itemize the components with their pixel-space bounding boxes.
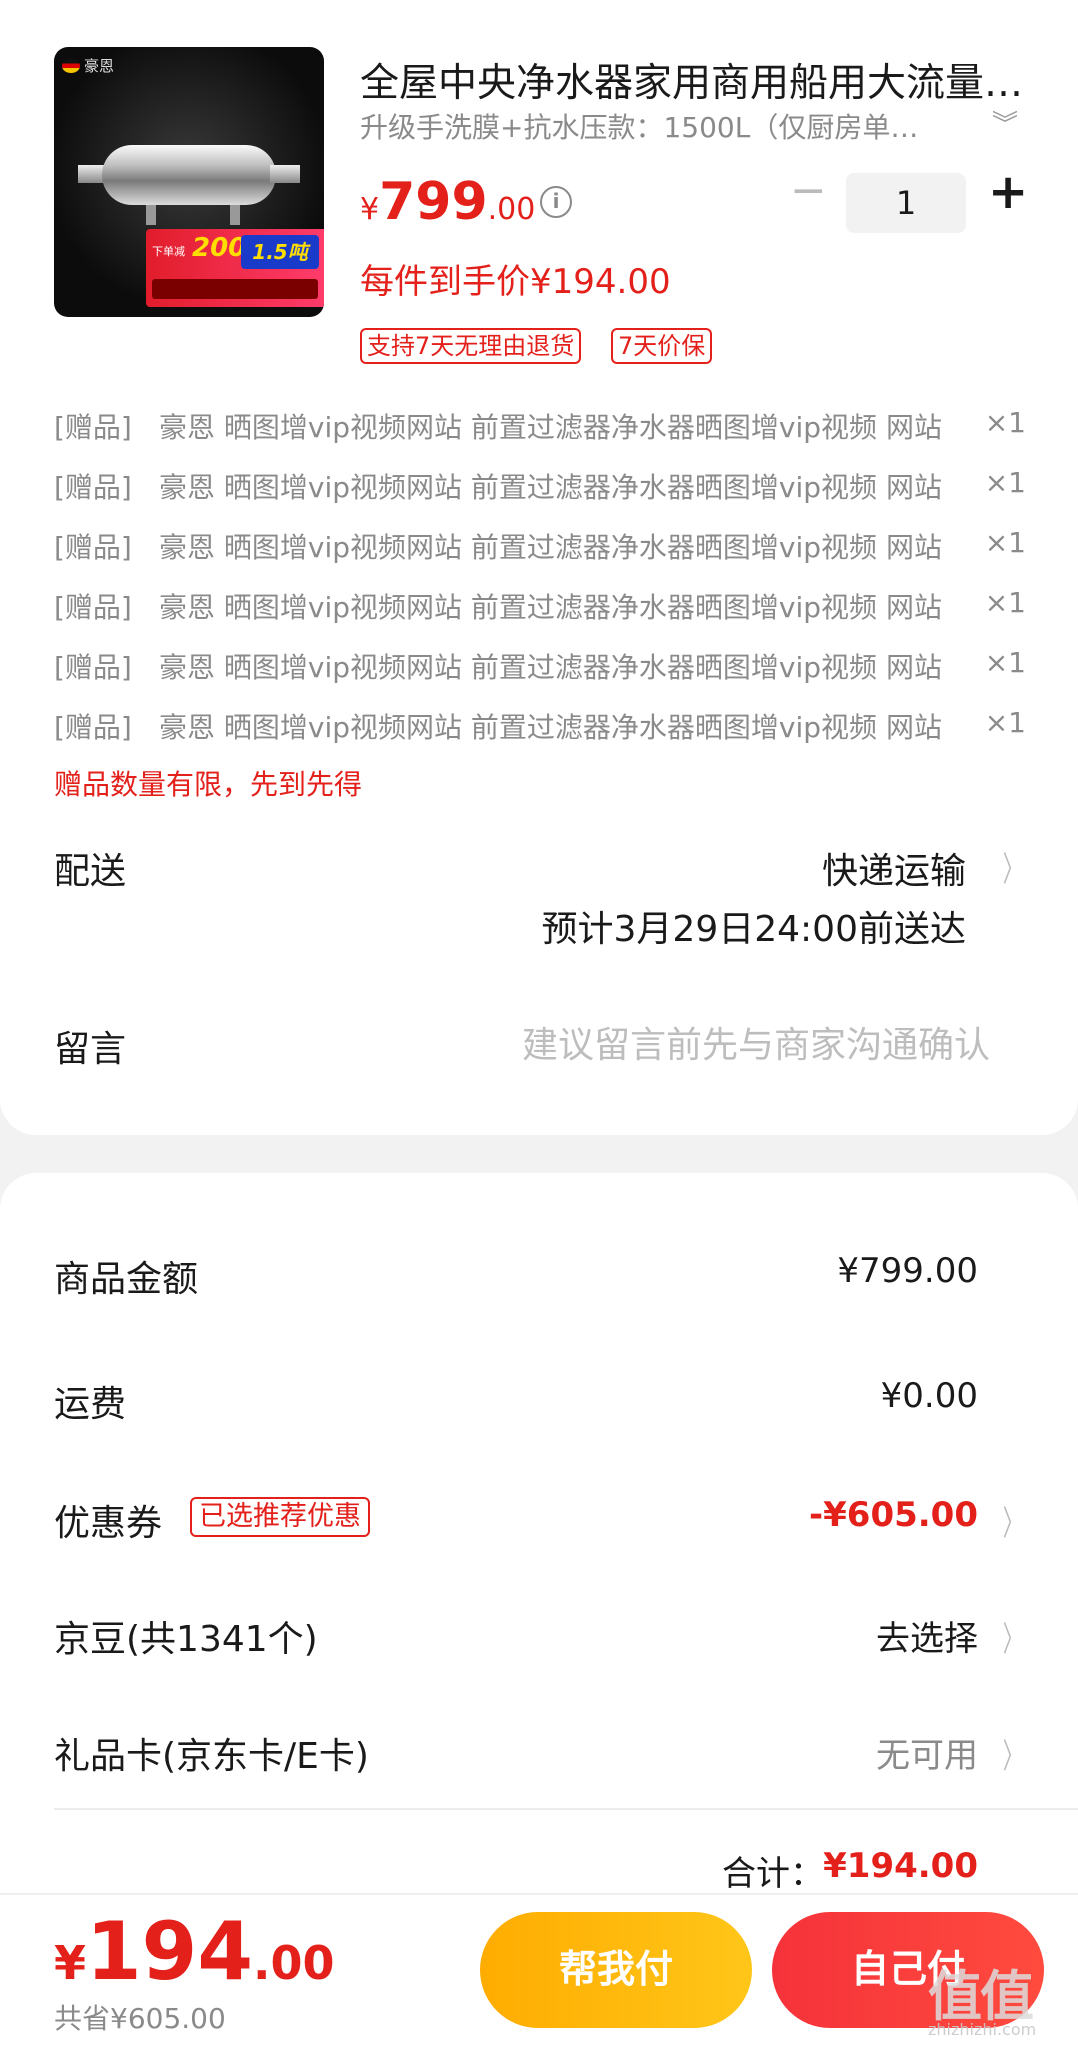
price-integer: 799: [379, 172, 488, 232]
price-currency: ¥: [360, 192, 380, 227]
unit-final-price: 每件到手价¥194.00: [360, 262, 671, 302]
goods-amount-value: ¥799.00: [837, 1251, 978, 1291]
jingdou-label: 京豆(共1341个): [54, 1619, 318, 1660]
promo-label: 下单减: [152, 245, 185, 258]
gift-label: [赠品]: [54, 531, 132, 564]
decrease-quantity-button[interactable]: −: [790, 169, 827, 213]
gift-item[interactable]: [赠品] 豪恩 晒图增vip视频网站 前置过滤器净水器晒图增vip视频 网站 ×…: [54, 586, 1026, 626]
increase-quantity-button[interactable]: +: [988, 168, 1028, 216]
divider: [54, 1808, 1078, 1810]
gift-label: [赠品]: [54, 711, 132, 744]
thumbnail-promo-banner: 下单减 200 1.5吨: [146, 229, 324, 307]
gift-label: [赠品]: [54, 591, 132, 624]
goods-amount-label: 商品金额: [54, 1259, 199, 1300]
giftcard-label: 礼品卡(京东卡/E卡): [54, 1736, 369, 1777]
gift-item[interactable]: [赠品] 豪恩 晒图增vip视频网站 前置过滤器净水器晒图增vip视频 网站 ×…: [54, 646, 1026, 686]
gift-name: 豪恩 晒图增vip视频网站 前置过滤器净水器晒图增vip视频 网站: [159, 651, 942, 684]
chevron-down-icon[interactable]: ︾: [992, 104, 1018, 141]
brand-name: 豪恩: [84, 57, 115, 75]
message-input[interactable]: [420, 1018, 990, 1072]
gift-count: ×1: [984, 526, 1026, 559]
delivery-label: 配送: [54, 851, 127, 892]
info-icon[interactable]: i: [540, 186, 572, 218]
gift-name: 豪恩 晒图增vip视频网站 前置过滤器净水器晒图增vip视频 网站: [159, 591, 942, 624]
site-watermark-url: zhizhizhi.com: [928, 2020, 1037, 2039]
product-price: ¥799.00: [360, 172, 535, 232]
gift-count: ×1: [984, 406, 1026, 439]
gift-name: 豪恩 晒图增vip视频网站 前置过滤器净水器晒图增vip视频 网站: [159, 411, 942, 444]
gift-label: [赠品]: [54, 651, 132, 684]
chevron-right-icon[interactable]: 〉: [1003, 842, 1023, 891]
total-label: 合计：: [722, 1854, 824, 1894]
gift-name: 豪恩 晒图增vip视频网站 前置过滤器净水器晒图增vip视频 网站: [159, 471, 942, 504]
gift-item[interactable]: [赠品] 豪恩 晒图增vip视频网站 前置过滤器净水器晒图增vip视频 网站 ×…: [54, 706, 1026, 746]
chevron-right-icon[interactable]: 〉: [1003, 1612, 1023, 1661]
gift-item[interactable]: [赠品] 豪恩 晒图增vip视频网站 前置过滤器净水器晒图增vip视频 网站 ×…: [54, 466, 1026, 506]
total-value: ¥194.00: [823, 1846, 978, 1886]
shipping-value: ¥0.00: [880, 1376, 978, 1416]
help-me-pay-button[interactable]: 帮我付: [480, 1912, 752, 2028]
gift-count: ×1: [984, 586, 1026, 619]
coupon-label: 优惠券: [54, 1503, 163, 1544]
germany-flag-icon: [62, 58, 80, 73]
delivery-method[interactable]: 快递运输: [822, 842, 966, 894]
gift-label: [赠品]: [54, 471, 132, 504]
price-decimal: .00: [487, 192, 536, 227]
message-label: 留言: [54, 1029, 127, 1070]
stand-leg: [230, 205, 240, 225]
payable-integer: 194: [86, 1905, 254, 1998]
jingdou-select[interactable]: 去选择: [876, 1611, 978, 1660]
pipe-right-icon: [270, 165, 300, 183]
payable-amount: ¥194.00: [54, 1905, 335, 1998]
delivery-eta: 预计3月29日24:00前送达: [541, 909, 966, 950]
quantity-input[interactable]: 1: [846, 173, 966, 233]
giftcard-value[interactable]: 无可用: [876, 1728, 978, 1777]
stand-leg: [146, 205, 156, 225]
return-policy-tag: 支持7天无理由退货: [360, 328, 582, 364]
chevron-right-icon[interactable]: 〉: [1003, 1729, 1023, 1778]
chevron-right-icon[interactable]: 〉: [1003, 1496, 1023, 1545]
product-title[interactable]: 全屋中央净水器家用商用船用大流量不锈钢超滤机: [360, 52, 1028, 108]
coupon-recommended-tag: 已选推荐优惠: [190, 1497, 370, 1537]
promo-amount: 200: [192, 233, 247, 263]
shipping-label: 运费: [54, 1384, 127, 1425]
gift-count: ×1: [984, 646, 1026, 679]
gift-item[interactable]: [赠品] 豪恩 晒图增vip视频网站 前置过滤器净水器晒图增vip视频 网站 ×…: [54, 406, 1026, 446]
promo-line: [152, 279, 318, 299]
gift-count: ×1: [984, 466, 1026, 499]
gift-count: ×1: [984, 706, 1026, 739]
gift-item[interactable]: [赠品] 豪恩 晒图增vip视频网站 前置过滤器净水器晒图增vip视频 网站 ×…: [54, 526, 1026, 566]
order-card: 豪恩 下单减 200 1.5吨 全屋中央净水器家用商用船用大流量不锈钢超滤机 升…: [0, 0, 1078, 1135]
payable-decimal: .00: [253, 1936, 335, 1990]
brand-logo: 豪恩: [62, 55, 114, 76]
gift-label: [赠品]: [54, 411, 132, 444]
product-thumbnail[interactable]: 豪恩 下单减 200 1.5吨: [54, 47, 324, 317]
promo-flow: 1.5吨: [241, 235, 319, 269]
gift-limit-note: 赠品数量有限，先到先得: [54, 768, 363, 801]
payable-currency: ¥: [54, 1936, 87, 1990]
gift-name: 豪恩 晒图增vip视频网站 前置过滤器净水器晒图增vip视频 网站: [159, 711, 942, 744]
price-protect-tag: 7天价保: [611, 328, 713, 364]
gift-name: 豪恩 晒图增vip视频网站 前置过滤器净水器晒图增vip视频 网站: [159, 531, 942, 564]
product-spec[interactable]: 升级手洗膜+抗水压款：1500L（仅厨房单用）: [360, 106, 945, 146]
water-filter-cylinder-icon: [102, 145, 276, 205]
saved-amount: 共省¥605.00: [54, 2002, 226, 2035]
checkout-footer: ¥194.00 共省¥605.00 帮我付 自己付: [0, 1893, 1078, 2045]
coupon-value[interactable]: -¥605.00: [809, 1495, 978, 1535]
